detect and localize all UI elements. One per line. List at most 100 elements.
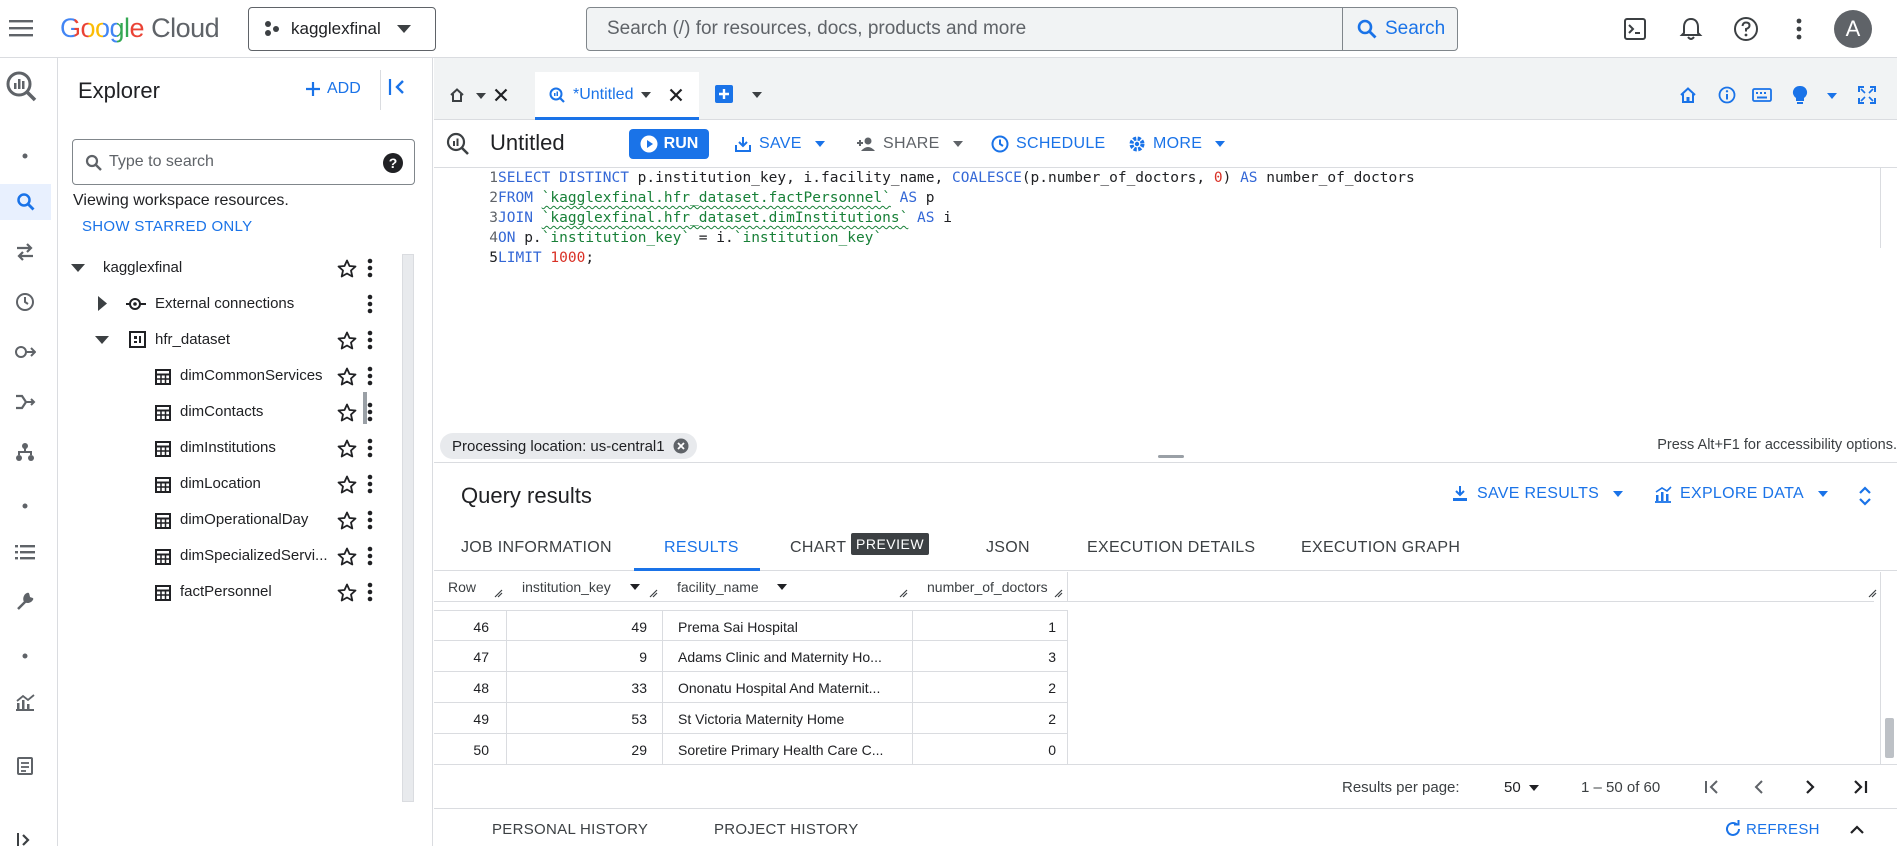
- column-header-facility-name[interactable]: facility_name: [677, 579, 759, 595]
- tree-item-external-connections[interactable]: External connections: [58, 286, 398, 322]
- chevron-down-icon[interactable]: [1827, 93, 1837, 99]
- per-page-select[interactable]: 50: [1504, 779, 1539, 796]
- table-row[interactable]: 48 33 Ononatu Hospital And Maternit... 2: [434, 672, 1067, 703]
- scheduled-queries-icon[interactable]: [7, 284, 43, 320]
- column-header-number-of-doctors[interactable]: number_of_doctors: [927, 579, 1048, 595]
- table-row[interactable]: 49 53 St Victoria Maternity Home 2: [434, 703, 1067, 734]
- google-cloud-logo[interactable]: Google Cloud: [60, 13, 220, 44]
- query-title[interactable]: Untitled: [490, 130, 565, 156]
- more-vert-icon[interactable]: [367, 438, 373, 458]
- monitoring-icon[interactable]: [7, 684, 43, 720]
- chevron-down-icon[interactable]: [476, 93, 486, 99]
- fullscreen-icon[interactable]: [1858, 86, 1876, 104]
- explore-data-button[interactable]: EXPLORE DATA: [1654, 485, 1828, 503]
- pipelines-icon[interactable]: [7, 434, 43, 470]
- tab-execution-graph[interactable]: EXECUTION GRAPH: [1301, 539, 1460, 557]
- explorer-search-input[interactable]: [109, 140, 369, 184]
- close-icon[interactable]: [669, 88, 683, 102]
- close-icon[interactable]: [494, 88, 508, 102]
- more-vert-icon[interactable]: [367, 510, 373, 530]
- editor-scrollbar[interactable]: [1880, 168, 1897, 248]
- star-icon[interactable]: [337, 475, 357, 494]
- tree-item-table[interactable]: dimCommonServices: [58, 358, 398, 394]
- more-vert-icon[interactable]: [367, 582, 373, 602]
- sort-dropdown-icon[interactable]: [777, 584, 787, 590]
- more-vert-icon[interactable]: [367, 474, 373, 494]
- chevron-up-icon[interactable]: [1850, 825, 1864, 834]
- first-page-icon[interactable]: [1704, 780, 1720, 794]
- refresh-button[interactable]: REFRESH: [1724, 820, 1820, 838]
- more-vert-icon[interactable]: [367, 546, 373, 566]
- scrollbar-thumb[interactable]: [1885, 718, 1894, 758]
- star-icon[interactable]: [337, 511, 357, 530]
- next-page-icon[interactable]: [1805, 780, 1815, 794]
- schedule-button[interactable]: SCHEDULE: [991, 129, 1106, 159]
- more-vert-icon[interactable]: [367, 294, 373, 314]
- project-picker[interactable]: kagglexfinal: [248, 7, 436, 51]
- tab-chart[interactable]: CHART: [790, 539, 846, 557]
- panel-resize-handle[interactable]: [363, 392, 367, 424]
- show-starred-link[interactable]: SHOW STARRED ONLY: [82, 218, 252, 235]
- list-icon[interactable]: [7, 534, 43, 570]
- save-results-button[interactable]: SAVE RESULTS: [1451, 485, 1624, 503]
- column-resize-icon[interactable]: [899, 589, 908, 598]
- more-vert-icon[interactable]: [1796, 18, 1802, 40]
- expand-rail-icon[interactable]: [7, 822, 43, 846]
- tree-item-table[interactable]: factPersonnel: [58, 574, 398, 610]
- column-resize-icon[interactable]: [494, 589, 503, 598]
- avatar[interactable]: A: [1834, 10, 1872, 48]
- tab-results[interactable]: RESULTS: [664, 539, 739, 557]
- previous-page-icon[interactable]: [1754, 780, 1764, 794]
- run-button[interactable]: RUN: [629, 129, 709, 159]
- chevron-down-icon[interactable]: [641, 91, 652, 98]
- main-menu-icon[interactable]: [9, 18, 33, 38]
- expand-results-icon[interactable]: [1858, 485, 1872, 507]
- cloud-shell-icon[interactable]: [1623, 17, 1647, 41]
- column-resize-icon[interactable]: [1054, 589, 1063, 598]
- last-page-icon[interactable]: [1852, 780, 1868, 794]
- star-icon[interactable]: [337, 331, 357, 350]
- global-search-input[interactable]: [587, 8, 1342, 50]
- sql-editor[interactable]: 1 2 3 4 5 SELECT DISTINCT p.institution_…: [434, 168, 1897, 430]
- tab-untitled[interactable]: *Untitled: [535, 72, 699, 120]
- tree-item-table[interactable]: dimOperationalDay: [58, 502, 398, 538]
- editor-resize-handle[interactable]: [1158, 455, 1184, 458]
- home-tab-icon[interactable]: [450, 88, 464, 102]
- sort-dropdown-icon[interactable]: [630, 584, 640, 590]
- keyboard-icon[interactable]: [1752, 88, 1772, 102]
- tree-item-table[interactable]: dimSpecializedServi...: [58, 538, 398, 574]
- dataform-icon[interactable]: [7, 384, 43, 420]
- help-icon[interactable]: [1733, 16, 1759, 42]
- star-icon[interactable]: [337, 547, 357, 566]
- tree-item-table[interactable]: dimLocation: [58, 466, 398, 502]
- caret-down-icon[interactable]: [71, 264, 85, 272]
- release-notes-icon[interactable]: [7, 748, 43, 784]
- caret-right-icon[interactable]: [98, 296, 107, 311]
- more-vert-icon[interactable]: [367, 258, 373, 278]
- add-button[interactable]: ADD: [305, 80, 361, 98]
- column-header-institution-key[interactable]: institution_key: [522, 579, 611, 595]
- home-icon[interactable]: [1679, 86, 1697, 104]
- star-icon[interactable]: [337, 367, 357, 386]
- transfers-icon[interactable]: [7, 234, 43, 270]
- save-button[interactable]: SAVE: [734, 129, 825, 159]
- tab-project-history[interactable]: PROJECT HISTORY: [714, 821, 859, 838]
- caret-down-icon[interactable]: [95, 336, 109, 344]
- star-icon[interactable]: [337, 259, 357, 278]
- results-scrollbar[interactable]: [1880, 572, 1897, 764]
- tab-json[interactable]: JSON: [986, 539, 1030, 557]
- collapse-explorer-icon[interactable]: [388, 78, 408, 96]
- new-tab-icon[interactable]: [715, 85, 733, 103]
- chevron-down-icon[interactable]: [752, 92, 762, 98]
- tree-item-project[interactable]: kagglexfinal: [58, 250, 398, 286]
- table-row[interactable]: 50 29 Soretire Primary Health Care C... …: [434, 734, 1067, 765]
- lightbulb-icon[interactable]: [1792, 85, 1808, 105]
- search-nav-icon[interactable]: [0, 184, 51, 220]
- info-icon[interactable]: [1718, 86, 1736, 104]
- column-resize-icon[interactable]: [1868, 589, 1877, 598]
- tree-item-dataset[interactable]: hfr_dataset: [58, 322, 398, 358]
- tree-item-table[interactable]: dimInstitutions: [58, 430, 398, 466]
- column-resize-icon[interactable]: [649, 589, 658, 598]
- tab-personal-history[interactable]: PERSONAL HISTORY: [492, 821, 648, 838]
- tree-item-table[interactable]: dimContacts: [58, 394, 398, 430]
